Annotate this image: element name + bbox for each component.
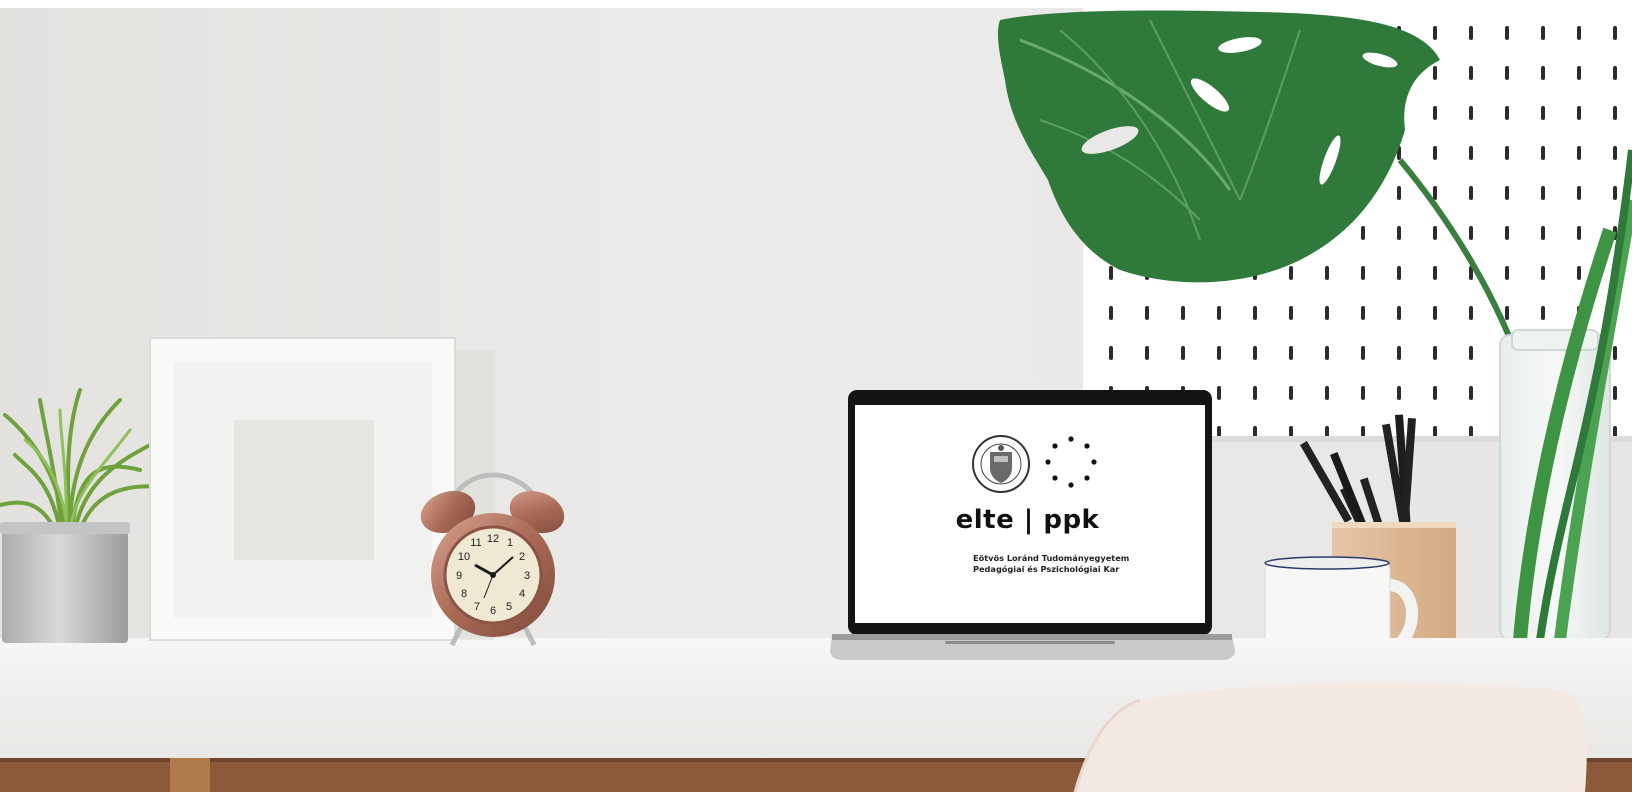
- svg-text:8: 8: [461, 588, 467, 600]
- brand-title: elte | ppk: [955, 505, 1100, 535]
- svg-text:5: 5: [506, 601, 512, 613]
- top-border: [0, 0, 1632, 8]
- svg-text:6: 6: [490, 605, 496, 617]
- desk-leg: [170, 758, 210, 792]
- svg-text:3: 3: [524, 570, 530, 582]
- svg-text:7: 7: [474, 601, 480, 613]
- desk-scene: 12 1 2 3 4 5 6 7 8 9 10 11: [0, 0, 1632, 792]
- chair: [1073, 683, 1587, 792]
- svg-text:11: 11: [470, 537, 481, 549]
- faculty-name: Pedagógiai és Pszichológiai Kar: [973, 564, 1120, 574]
- university-name: Eötvös Loránd Tudományegyetem: [973, 553, 1130, 563]
- svg-text:12: 12: [487, 533, 499, 545]
- svg-text:1: 1: [507, 537, 513, 549]
- elte-seal: [972, 435, 1030, 493]
- svg-text:9: 9: [456, 570, 462, 582]
- svg-text:2: 2: [519, 551, 525, 563]
- svg-text:10: 10: [458, 551, 470, 563]
- svg-text:4: 4: [519, 588, 525, 600]
